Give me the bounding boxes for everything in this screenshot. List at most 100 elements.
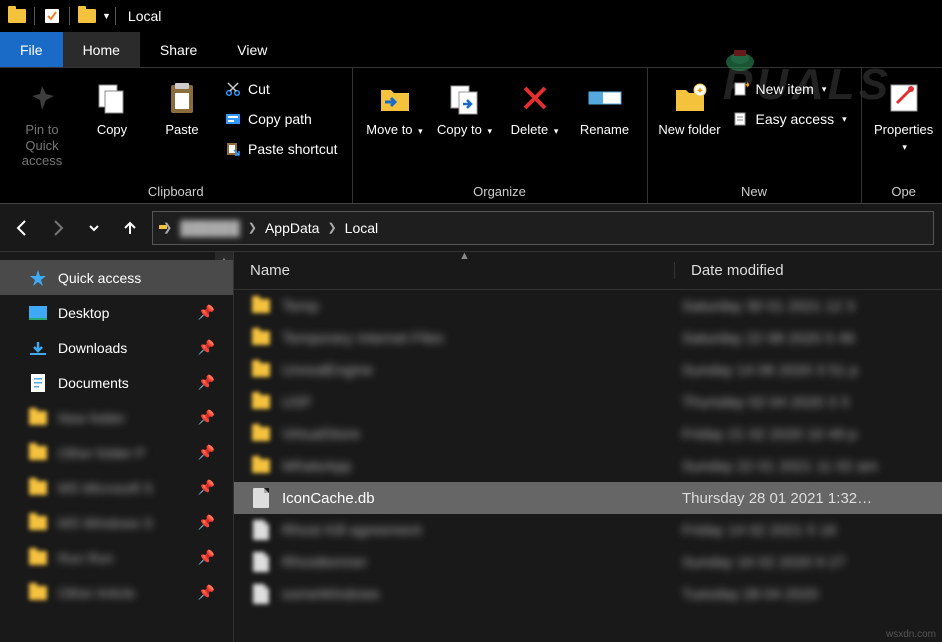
move-to-button[interactable]: Move to ▾	[363, 72, 427, 138]
pin-to-quick-access-button[interactable]: Pin to Quick access	[10, 72, 74, 169]
properties-button[interactable]: Properties ▾	[872, 72, 936, 153]
chevron-down-icon: ▾	[418, 126, 423, 136]
address-bar[interactable]: ❯ ██████ ❯ AppData ❯ Local	[152, 211, 934, 245]
ribbon-group-open: Properties ▾ Ope	[862, 68, 942, 203]
quick-access-toolbar-icon[interactable]	[43, 7, 61, 25]
group-label: Clipboard	[10, 182, 342, 201]
file-list-pane: ▲ Name Date modified TempSaturday 30 01 …	[234, 252, 942, 642]
ribbon-group-organize: Move to ▾ Copy to ▾ Delete ▾ Rename Orga…	[353, 68, 648, 203]
new-folder-button[interactable]: ✦ New folder	[658, 72, 722, 138]
ribbon-tabs: File Home Share View	[0, 32, 942, 68]
desktop-icon	[28, 306, 48, 320]
rename-button[interactable]: Rename	[573, 72, 637, 138]
tab-home[interactable]: Home	[63, 32, 140, 67]
breadcrumb-user[interactable]: ██████	[176, 220, 244, 236]
scissors-icon	[224, 80, 242, 98]
file-row-hidden[interactable]: Rhost Kill agreementFriday 14 02 2021 5 …	[234, 514, 942, 546]
tab-file[interactable]: File	[0, 32, 63, 67]
file-row-hidden[interactable]: RhostkennerSunday 16 02 2020 9 27	[234, 546, 942, 578]
folder-icon	[78, 7, 96, 25]
content-area: ▲▼ Quick access Desktop 📌 Downloads 📌 Do…	[0, 252, 942, 642]
group-label: Organize	[363, 182, 637, 201]
copy-button[interactable]: Copy	[80, 72, 144, 138]
downloads-icon	[28, 340, 48, 356]
new-item-button[interactable]: ✦ New item ▾	[728, 76, 851, 102]
copy-path-button[interactable]: Copy path	[220, 106, 342, 132]
ribbon: PUALS Pin to Quick access Copy Paste Cut	[0, 68, 942, 204]
column-headers: ▲ Name Date modified	[234, 252, 942, 290]
sidebar-quick-access[interactable]: Quick access	[0, 260, 233, 295]
chevron-down-icon: ▾	[842, 114, 847, 125]
copy-icon	[92, 78, 132, 118]
tab-view[interactable]: View	[217, 32, 287, 67]
forward-button[interactable]	[44, 214, 72, 242]
sidebar-item-hidden[interactable]: Other Article📌	[0, 575, 233, 610]
rename-icon	[585, 78, 625, 118]
separator	[69, 7, 70, 25]
ribbon-group-clipboard: Pin to Quick access Copy Paste Cut Copy …	[0, 68, 353, 203]
breadcrumb-appdata[interactable]: AppData	[261, 220, 323, 236]
pin-icon: 📌	[198, 374, 215, 391]
navigation-pane: ▲▼ Quick access Desktop 📌 Downloads 📌 Do…	[0, 252, 234, 642]
file-row-hidden[interactable]: TempSaturday 30 01 2021 12 3	[234, 290, 942, 322]
cut-button[interactable]: Cut	[220, 76, 342, 102]
file-row-hidden[interactable]: VirtualStoreFriday 21 02 2020 10 49 p	[234, 418, 942, 450]
chevron-down-icon: ▾	[902, 142, 907, 152]
sidebar-documents[interactable]: Documents 📌	[0, 365, 233, 400]
column-header-name[interactable]: Name	[234, 262, 674, 279]
file-date: Thursday 28 01 2021 1:32…	[682, 490, 942, 507]
file-row-hidden[interactable]: USFThursday 02 04 2020 3 3	[234, 386, 942, 418]
paste-shortcut-icon	[224, 140, 242, 158]
star-icon	[28, 269, 48, 287]
file-row-hidden[interactable]: Temporary Internet FilesSaturday 22 08 2…	[234, 322, 942, 354]
title-bar: ▼ Local	[0, 0, 942, 32]
tab-share[interactable]: Share	[140, 32, 217, 67]
chevron-down-icon[interactable]: ▼	[102, 11, 111, 21]
file-icon	[250, 487, 272, 509]
copy-to-icon	[445, 78, 485, 118]
navigation-bar: ❯ ██████ ❯ AppData ❯ Local	[0, 204, 942, 252]
chevron-down-icon: ▾	[487, 126, 492, 136]
chevron-down-icon: ▾	[822, 84, 827, 95]
documents-icon	[28, 374, 48, 392]
sidebar-item-hidden[interactable]: New folder📌	[0, 400, 233, 435]
file-row-iconcache[interactable]: IconCache.db Thursday 28 01 2021 1:32…	[234, 482, 942, 514]
svg-text:✦: ✦	[695, 86, 703, 97]
source-tag: wsxdn.com	[886, 629, 936, 640]
sidebar-item-hidden[interactable]: Run Run📌	[0, 540, 233, 575]
properties-icon	[884, 78, 924, 118]
sidebar-item-hidden[interactable]: MS Windows S📌	[0, 505, 233, 540]
sidebar-downloads[interactable]: Downloads 📌	[0, 330, 233, 365]
sidebar-item-hidden[interactable]: MS Microsoft S📌	[0, 470, 233, 505]
up-button[interactable]	[116, 214, 144, 242]
new-item-icon: ✦	[732, 80, 750, 98]
sort-indicator-icon: ▲	[459, 250, 470, 262]
column-header-date[interactable]: Date modified	[674, 262, 942, 279]
pin-icon: 📌	[198, 339, 215, 356]
paste-icon	[162, 78, 202, 118]
file-row-hidden[interactable]: UnrealEngineSunday 14 06 2020 3 51 p	[234, 354, 942, 386]
pin-icon	[22, 78, 62, 118]
file-row-hidden[interactable]: someWindowsTuesday 28 04 2020	[234, 578, 942, 610]
delete-icon	[515, 78, 555, 118]
move-to-icon	[375, 78, 415, 118]
breadcrumb-local[interactable]: Local	[341, 220, 382, 236]
ribbon-group-new: ✦ New folder ✦ New item ▾ Easy access ▾ …	[648, 68, 862, 203]
sidebar-desktop[interactable]: Desktop 📌	[0, 295, 233, 330]
window-title: Local	[128, 8, 161, 24]
folder-icon	[8, 7, 26, 25]
sidebar-item-hidden[interactable]: Other folder P📌	[0, 435, 233, 470]
easy-access-button[interactable]: Easy access ▾	[728, 106, 851, 132]
delete-button[interactable]: Delete ▾	[503, 72, 567, 138]
new-folder-icon: ✦	[670, 78, 710, 118]
paste-button[interactable]: Paste	[150, 72, 214, 138]
file-name: IconCache.db	[282, 490, 682, 507]
chevron-right-icon[interactable]: ❯	[248, 221, 257, 234]
recent-locations-button[interactable]	[80, 214, 108, 242]
paste-shortcut-button[interactable]: Paste shortcut	[220, 136, 342, 162]
svg-text:✦: ✦	[744, 81, 749, 90]
file-row-hidden[interactable]: WhatsAppSunday 22 01 2021 11 02 am	[234, 450, 942, 482]
chevron-right-icon[interactable]: ❯	[327, 221, 336, 234]
copy-to-button[interactable]: Copy to ▾	[433, 72, 497, 138]
back-button[interactable]	[8, 214, 36, 242]
